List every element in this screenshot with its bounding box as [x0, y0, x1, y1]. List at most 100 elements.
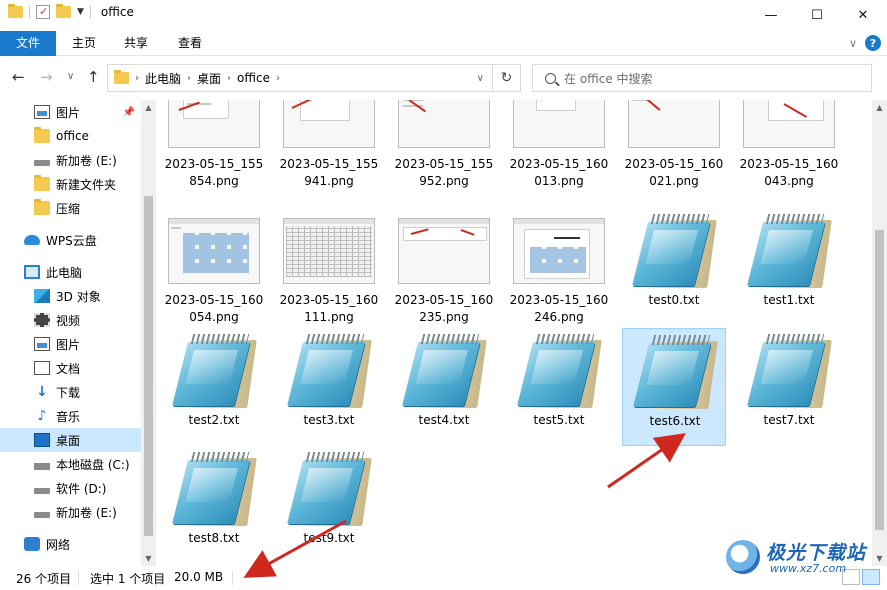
ribbon: 文件 主页 共享 查看 ∨ ? — [0, 31, 887, 149]
breadcrumb-separator[interactable]: › — [227, 73, 231, 84]
search-input[interactable]: 在 office 中搜索 — [532, 64, 872, 92]
file-scrollbar[interactable]: ▲ ▼ — [872, 100, 887, 566]
file-item-text[interactable]: test9.txt — [277, 446, 381, 564]
scroll-up-arrow[interactable]: ▲ — [872, 100, 887, 115]
nav-item-this-pc[interactable]: 此电脑 — [0, 260, 141, 284]
breadcrumb-separator[interactable]: › — [276, 73, 280, 84]
address-bar[interactable]: › 此电脑 › 桌面 › office › ∨ — [107, 64, 493, 92]
file-item-text[interactable]: test1.txt — [737, 208, 841, 326]
image-thumbnail — [513, 218, 605, 284]
file-item-image[interactable]: 2023-05-15_155 952.png — [392, 100, 496, 190]
nav-scrollbar[interactable]: ▲ ▼ — [141, 100, 156, 566]
file-item-text[interactable]: test6.txt — [622, 328, 726, 446]
tab-view[interactable]: 查看 — [170, 31, 210, 56]
file-item-image[interactable]: 2023-05-15_160 013.png — [507, 100, 611, 190]
nav-item-wps-cloud[interactable]: WPS云盘 — [0, 228, 141, 252]
file-item-text[interactable]: test7.txt — [737, 328, 841, 446]
drive-icon — [34, 160, 50, 166]
nav-item-label: 此电脑 — [46, 265, 83, 280]
customize-toolbar-icon[interactable]: ▼ — [77, 7, 84, 17]
maximize-button[interactable]: ☐ — [794, 0, 840, 31]
nav-item-documents[interactable]: 文档 — [0, 356, 141, 380]
nav-item-3d-objects[interactable]: 3D 对象 — [0, 284, 141, 308]
address-dropdown-icon[interactable]: ∨ — [477, 73, 484, 84]
file-item-text[interactable]: test3.txt — [277, 328, 381, 446]
file-item-image[interactable]: 2023-05-15_160 054.png — [162, 208, 266, 326]
nav-item-label: 新建文件夹 — [56, 177, 117, 192]
file-name: 2023-05-15_155 952.png — [394, 157, 494, 188]
image-thumbnail — [513, 100, 605, 148]
file-item-image[interactable]: 2023-05-15_160 021.png — [622, 100, 726, 190]
file-item-text[interactable]: test2.txt — [162, 328, 266, 446]
nav-item-videos[interactable]: 视频 — [0, 308, 141, 332]
refresh-button[interactable]: ↻ — [493, 64, 521, 92]
nav-item-new-folder[interactable]: 新建文件夹 — [0, 172, 141, 196]
file-item-image[interactable]: 2023-05-15_160 111.png — [277, 208, 381, 326]
nav-item-volume-e-quick[interactable]: 新加卷 (E:) — [0, 148, 141, 172]
notepad-file-icon — [632, 214, 717, 290]
selection-count: 选中 1 个项目 — [90, 572, 166, 586]
breadcrumb-this-pc[interactable]: 此电脑 — [145, 70, 181, 87]
file-item-text[interactable]: test8.txt — [162, 446, 266, 564]
nav-item-office[interactable]: office — [0, 124, 141, 148]
file-item-text[interactable]: test4.txt — [392, 328, 496, 446]
tab-share[interactable]: 共享 — [116, 31, 156, 56]
folder-icon — [8, 4, 23, 18]
nav-item-pictures-quick[interactable]: 图片 📌 — [0, 100, 141, 124]
recent-locations-button[interactable]: ∨ — [67, 71, 74, 82]
new-folder-icon[interactable] — [56, 4, 71, 18]
notepad-file-icon — [402, 334, 487, 410]
help-icon[interactable]: ? — [865, 35, 881, 51]
nav-item-music[interactable]: ♪ 音乐 — [0, 404, 141, 428]
nav-item-label: 下载 — [56, 385, 81, 400]
navigation-pane: 图片 📌 office 新加卷 (E:) 新建文件夹 压缩 WPS云盘 此电脑 … — [0, 100, 156, 566]
nav-item-software-d[interactable]: 软件 (D:) — [0, 476, 141, 500]
breadcrumb-desktop[interactable]: 桌面 — [197, 70, 221, 87]
nav-item-network[interactable]: 网络 — [0, 532, 141, 556]
scroll-up-arrow[interactable]: ▲ — [141, 100, 156, 115]
nav-item-volume-e[interactable]: 新加卷 (E:) — [0, 500, 141, 524]
back-button[interactable]: ← — [12, 68, 25, 86]
minimize-button[interactable]: — — [748, 0, 794, 31]
file-name: test6.txt — [649, 414, 701, 428]
folder-icon — [34, 199, 50, 215]
title-bar: ▼ office — ☐ ✕ — [0, 0, 887, 31]
breadcrumb-separator[interactable]: › — [135, 73, 139, 84]
close-button[interactable]: ✕ — [840, 0, 886, 31]
file-name: 2023-05-15_160 043.png — [739, 157, 839, 188]
nav-item-downloads[interactable]: ↓ 下载 — [0, 380, 141, 404]
breadcrumb-separator[interactable]: › — [187, 73, 191, 84]
nav-item-pictures[interactable]: 图片 — [0, 332, 141, 356]
file-scrollbar-thumb[interactable] — [875, 230, 884, 530]
desktop-icon — [34, 433, 50, 447]
nav-item-local-disk-c[interactable]: 本地磁盘 (C:) — [0, 452, 141, 476]
properties-icon[interactable] — [36, 5, 50, 19]
file-item-image[interactable]: 2023-05-15_160 246.png — [507, 208, 611, 326]
forward-button[interactable]: → — [40, 68, 53, 86]
ribbon-collapse-icon[interactable]: ∨ — [849, 37, 857, 50]
tab-home[interactable]: 主页 — [64, 31, 104, 56]
scroll-down-arrow[interactable]: ▼ — [141, 551, 156, 566]
nav-scrollbar-thumb[interactable] — [144, 196, 153, 536]
file-item-image[interactable]: 2023-05-15_155 941.png — [277, 100, 381, 190]
breadcrumb-office[interactable]: office — [237, 71, 270, 85]
image-icon — [34, 337, 50, 351]
up-button[interactable]: ↑ — [87, 68, 100, 86]
notepad-file-icon — [287, 334, 372, 410]
file-name: test0.txt — [648, 293, 700, 307]
nav-item-compressed[interactable]: 压缩 — [0, 196, 141, 220]
file-item-text[interactable]: test0.txt — [622, 208, 726, 326]
file-name: test1.txt — [763, 293, 815, 307]
file-item-image[interactable]: 2023-05-15_160 235.png — [392, 208, 496, 326]
3d-objects-icon — [34, 289, 50, 303]
nav-item-label: 本地磁盘 (C:) — [56, 457, 130, 472]
file-item-image[interactable]: 2023-05-15_155 854.png — [162, 100, 266, 190]
file-item-image[interactable]: 2023-05-15_160 043.png — [737, 100, 841, 190]
nav-item-label: 3D 对象 — [56, 289, 101, 304]
image-thumbnail — [168, 218, 260, 284]
music-icon: ♪ — [37, 408, 47, 424]
nav-item-desktop[interactable]: 桌面 — [0, 428, 141, 452]
file-name: test4.txt — [418, 413, 470, 427]
file-item-text[interactable]: test5.txt — [507, 328, 611, 446]
notepad-file-icon — [633, 335, 718, 411]
